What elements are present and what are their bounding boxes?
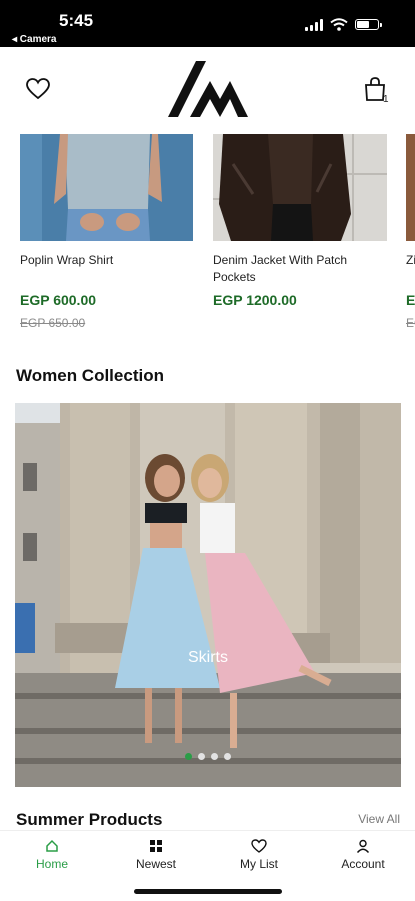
product-price: EG (406, 292, 415, 308)
carousel-dot[interactable] (224, 753, 231, 760)
battery-icon (355, 19, 382, 30)
nav-account[interactable]: Account (323, 837, 403, 871)
product-old-price: EGP 650.00 (20, 316, 86, 330)
nav-account-label: Account (341, 857, 385, 871)
product-price: EGP 600.00 (20, 292, 97, 308)
back-to-camera-link[interactable]: ◂ Camera (12, 34, 57, 45)
product-image[interactable] (213, 134, 387, 241)
product-name[interactable]: Denim Jacket With Patch Pockets (213, 252, 378, 286)
women-collection-banner[interactable]: Skirts (15, 403, 401, 787)
nav-newest[interactable]: Newest (116, 837, 196, 871)
product-image[interactable] (20, 134, 193, 241)
banner-label: Skirts (188, 649, 228, 666)
nav-my-list[interactable]: My List (219, 837, 299, 871)
carousel-dots[interactable] (185, 753, 231, 760)
product-image[interactable] (406, 134, 415, 241)
carousel-dot[interactable] (211, 753, 218, 760)
grid-icon (150, 839, 162, 852)
home-icon (46, 839, 58, 852)
carousel-dot[interactable] (198, 753, 205, 760)
status-bar: 5:45 ◂ Camera (0, 0, 415, 47)
product-price: EGP 1200.00 (213, 292, 297, 308)
nav-newest-label: Newest (135, 857, 176, 871)
view-all-link[interactable]: View All (358, 812, 400, 826)
cellular-signal-icon (305, 18, 323, 31)
banner-image (15, 403, 401, 787)
status-time: 5:45 (59, 11, 94, 30)
app-header: 1 (0, 47, 415, 133)
brand-logo[interactable] (166, 59, 250, 119)
status-icons (305, 18, 382, 31)
nav-my-list-label: My List (239, 857, 278, 871)
wifi-icon (330, 18, 348, 31)
product-name[interactable]: Zi (406, 252, 415, 269)
heart-outline-icon (251, 838, 267, 853)
product-name[interactable]: Poplin Wrap Shirt (20, 252, 193, 269)
carousel-dot[interactable] (185, 753, 192, 760)
home-indicator (134, 889, 282, 894)
summer-products-title: Summer Products (16, 810, 163, 829)
heart-icon[interactable] (25, 77, 51, 101)
user-icon (356, 839, 370, 853)
women-collection-title: Women Collection (16, 366, 164, 385)
product-old-price: EG (406, 316, 415, 330)
nav-home-label: Home (35, 857, 68, 871)
cart-count-badge: 1 (383, 94, 389, 105)
product-card[interactable]: Zi EG EG (406, 134, 415, 334)
nav-home[interactable]: Home (12, 837, 92, 871)
